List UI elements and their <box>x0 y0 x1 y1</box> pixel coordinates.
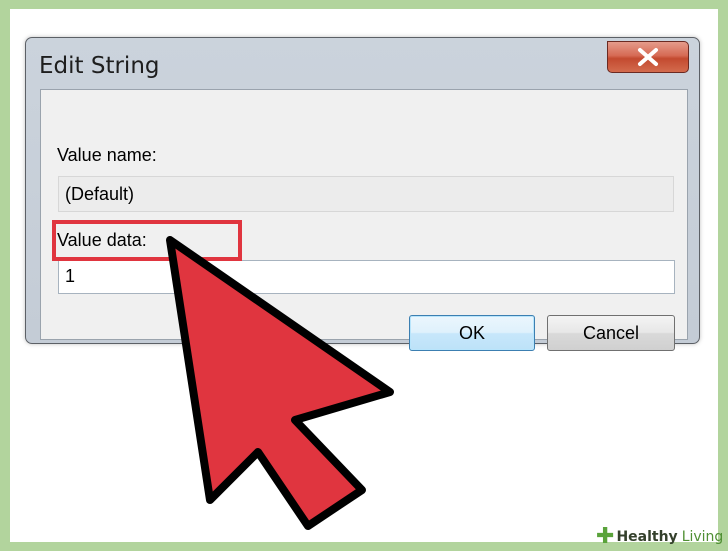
value-name-field: (Default) <box>58 176 674 212</box>
value-name-label: Value name: <box>57 145 157 165</box>
close-icon <box>638 48 658 66</box>
close-button[interactable] <box>607 41 689 73</box>
watermark-brand-suffix: Living <box>681 529 724 545</box>
value-data-text: 1 <box>65 266 76 286</box>
ok-button[interactable]: OK <box>409 315 535 351</box>
highlight-box <box>52 220 242 261</box>
cancel-button[interactable]: Cancel <box>547 315 675 351</box>
edit-string-dialog: Edit String Value name: (Default) Value … <box>25 37 700 351</box>
value-name-text: (Default) <box>65 184 135 204</box>
watermark-brand: Healthy <box>616 529 678 545</box>
value-data-input[interactable]: 1 <box>58 260 675 294</box>
dialog-body: Value name: (Default) Value data: 1 OK C… <box>40 89 688 351</box>
plus-icon: ✚ <box>596 524 615 549</box>
dialog-title: Edit String <box>39 53 160 79</box>
watermark: ✚ Healthy Living <box>596 526 723 548</box>
